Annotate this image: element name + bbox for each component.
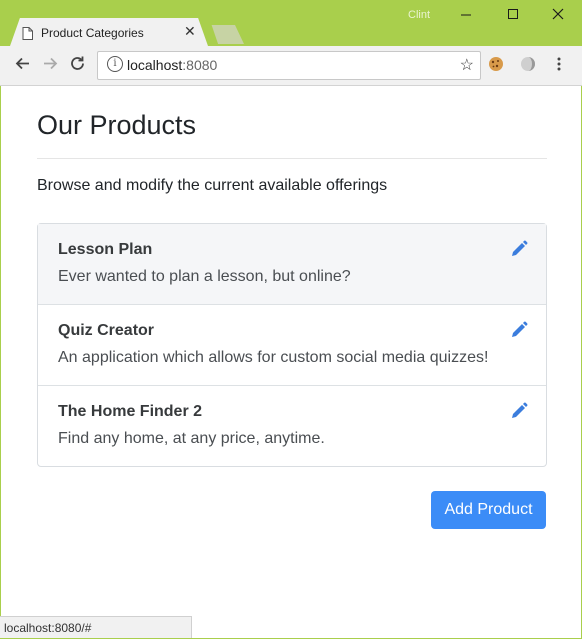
info-icon[interactable]: i: [107, 56, 123, 72]
address-bar[interactable]: i localhost:8080 ☆: [97, 51, 481, 80]
pencil-icon[interactable]: [510, 321, 528, 339]
reload-icon[interactable]: [69, 55, 86, 77]
maximize-icon[interactable]: [503, 7, 523, 25]
menu-icon[interactable]: [556, 56, 562, 75]
product-name: Quiz Creator: [58, 322, 155, 339]
cookie-icon[interactable]: [488, 56, 504, 75]
pencil-icon[interactable]: [510, 402, 528, 420]
tab-close-icon[interactable]: ✕: [184, 23, 196, 40]
tab-content: Product Categories: [22, 26, 144, 40]
profile-name[interactable]: Clint: [408, 9, 430, 21]
page-lead: Browse and modify the current available …: [37, 177, 388, 194]
list-item[interactable]: Quiz Creator An application which allows…: [38, 305, 546, 386]
new-tab-button[interactable]: [211, 25, 244, 44]
browser-window: Product Categories ✕ Clint i localhost:8…: [0, 0, 582, 639]
page-icon: [22, 26, 33, 40]
forward-icon[interactable]: [42, 55, 59, 77]
minimize-icon[interactable]: [456, 7, 476, 25]
list-item[interactable]: The Home Finder 2 Find any home, at any …: [38, 386, 546, 466]
product-description: Ever wanted to plan a lesson, but online…: [58, 268, 351, 285]
page-content: Our Products Browse and modify the curre…: [1, 86, 581, 638]
list-item[interactable]: Lesson Plan Ever wanted to plan a lesson…: [38, 224, 546, 305]
page-title: Our Products: [37, 110, 197, 140]
product-list: Lesson Plan Ever wanted to plan a lesson…: [37, 223, 547, 467]
extension-icon[interactable]: [520, 56, 536, 75]
pencil-icon[interactable]: [510, 240, 528, 258]
add-product-button[interactable]: Add Product: [431, 491, 546, 529]
product-description: An application which allows for custom s…: [58, 349, 489, 366]
divider: [37, 158, 547, 159]
product-name: The Home Finder 2: [58, 403, 203, 420]
status-bar: localhost:8080/#: [0, 616, 192, 638]
tab-title: Product Categories: [41, 26, 144, 40]
back-icon[interactable]: [14, 55, 31, 77]
close-window-icon[interactable]: [548, 7, 568, 25]
product-name: Lesson Plan: [58, 241, 153, 258]
url-text[interactable]: localhost:8080: [127, 57, 217, 73]
browser-toolbar: i localhost:8080 ☆: [0, 46, 582, 86]
product-description: Find any home, at any price, anytime.: [58, 430, 325, 447]
title-bar: Product Categories ✕ Clint: [0, 0, 582, 46]
star-icon[interactable]: ☆: [460, 55, 474, 75]
